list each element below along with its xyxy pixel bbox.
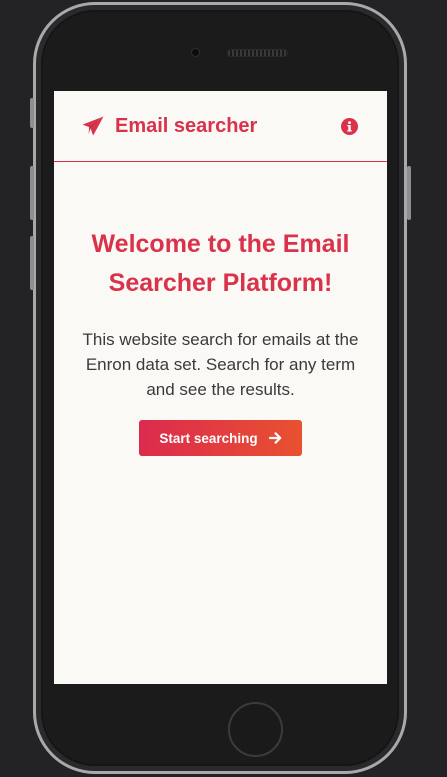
start-searching-label: Start searching xyxy=(159,430,258,446)
phone-screen: Email searcher Welcome to the Email Sear… xyxy=(54,91,387,684)
welcome-title: Welcome to the Email Searcher Platform! xyxy=(54,225,387,303)
app-header: Email searcher xyxy=(54,91,387,162)
earpiece-speaker xyxy=(228,50,287,56)
volume-down-button xyxy=(30,236,34,290)
power-button xyxy=(407,166,411,220)
mute-switch xyxy=(30,98,34,128)
home-button[interactable] xyxy=(228,702,283,757)
welcome-title-line-1: Welcome to the Email xyxy=(91,230,350,258)
device-stage: Email searcher Welcome to the Email Sear… xyxy=(0,0,447,777)
info-circle-icon[interactable] xyxy=(341,118,358,135)
arrow-right-icon xyxy=(268,432,281,444)
paper-plane-icon xyxy=(82,116,104,136)
front-camera xyxy=(192,49,199,56)
start-searching-button[interactable]: Start searching xyxy=(139,420,302,456)
welcome-title-line-2: Searcher Platform! xyxy=(108,269,333,297)
brand-title[interactable]: Email searcher xyxy=(115,115,257,138)
welcome-description: This website search for emails at the En… xyxy=(82,330,359,399)
volume-up-button xyxy=(30,166,34,220)
